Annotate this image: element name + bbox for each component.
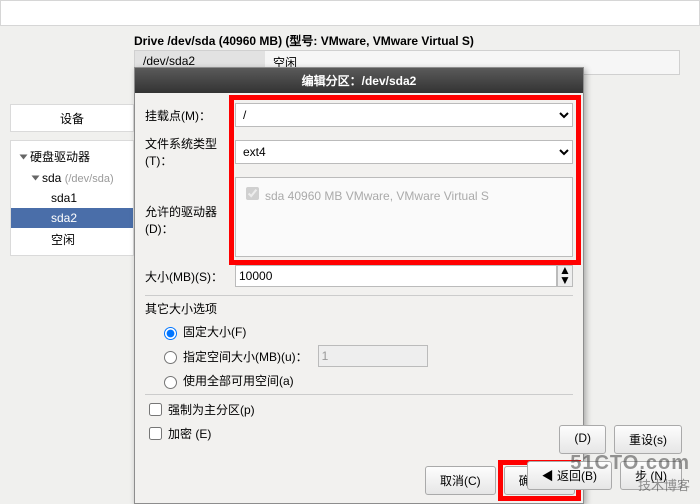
sidebar-header: 设备 — [10, 104, 134, 132]
device-tree: 硬盘驱动器 sda (/dev/sda) sda1 sda2 空闲 — [10, 140, 134, 256]
tree-sda1[interactable]: sda1 — [11, 188, 133, 208]
outer-buttons-2: ◀ 返回(B) 步 (N) — [527, 461, 682, 490]
tree-free[interactable]: 空闲 — [11, 228, 133, 251]
tree-sda-label: sda — [42, 171, 61, 185]
tree-sda2[interactable]: sda2 — [11, 208, 133, 228]
separator — [145, 295, 573, 296]
next-button[interactable]: 步 (N) — [620, 461, 682, 490]
back-button[interactable]: ◀ 返回(B) — [527, 461, 612, 490]
expand-icon — [32, 176, 40, 181]
primary-checkbox[interactable] — [149, 403, 162, 416]
other-size-title: 其它大小选项 — [145, 300, 573, 317]
dialog-title: 编辑分区：/dev/sda2 — [135, 68, 583, 93]
opt-all-radio[interactable] — [164, 376, 177, 389]
tree-sda[interactable]: sda (/dev/sda) — [11, 168, 133, 188]
opt-range-radio[interactable] — [164, 351, 177, 364]
driver-list[interactable]: sda 40960 MB VMware, VMware Virtual S — [235, 177, 573, 257]
size-label: 大小(MB)(S)： — [145, 268, 235, 285]
opt-fixed-label: 固定大小(F) — [183, 323, 246, 340]
mount-label: 挂载点(M)： — [145, 107, 235, 124]
app-header — [0, 0, 700, 26]
driver-checkbox — [246, 187, 259, 200]
encrypt-label: 加密 (E) — [168, 425, 211, 442]
opt-fixed-radio[interactable] — [164, 327, 177, 340]
primary-label: 强制为主分区(p) — [168, 401, 255, 418]
opt-range-input — [318, 345, 428, 367]
expand-icon — [20, 155, 28, 160]
outer-buttons-1: (D) 重设(s) — [559, 425, 682, 454]
opt-all-label: 使用全部可用空间(a) — [183, 372, 294, 389]
fstype-label: 文件系统类型(T)： — [145, 135, 235, 169]
size-input[interactable] — [235, 265, 557, 287]
dialog-buttons: 取消(C) 确定(O) — [135, 458, 583, 503]
driver-item-text: sda 40960 MB VMware, VMware Virtual S — [265, 189, 489, 203]
d-button[interactable]: (D) — [559, 425, 606, 454]
tree-sda-sub: (/dev/sda) — [65, 173, 114, 185]
tree-root[interactable]: 硬盘驱动器 — [11, 145, 133, 168]
opt-range-label: 指定空间大小(MB)(u)： — [183, 348, 308, 365]
cancel-button[interactable]: 取消(C) — [425, 466, 496, 495]
drive-info-label: Drive /dev/sda (40960 MB) (型号: VMware, V… — [134, 32, 474, 49]
edit-partition-dialog: 编辑分区：/dev/sda2 挂载点(M)： / 文件系统类型(T)： ext4… — [134, 67, 584, 504]
driver-label: 允许的驱动器(D)： — [145, 177, 235, 237]
size-spinner[interactable]: ▲▼ — [557, 265, 573, 287]
reset-button[interactable]: 重设(s) — [614, 425, 682, 454]
mount-select[interactable]: / — [235, 103, 573, 127]
separator — [145, 394, 573, 395]
fstype-select[interactable]: ext4 — [235, 140, 573, 164]
encrypt-checkbox[interactable] — [149, 427, 162, 440]
tree-root-label: 硬盘驱动器 — [30, 150, 90, 164]
